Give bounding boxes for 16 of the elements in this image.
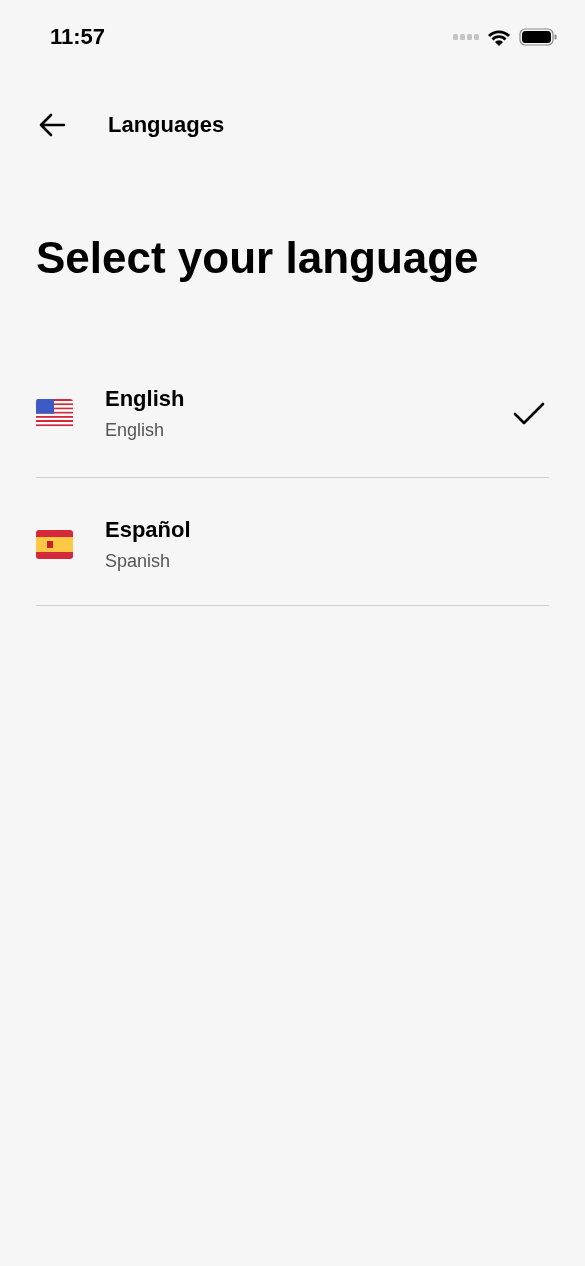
page-heading: Select your language — [36, 232, 480, 284]
battery-icon — [519, 28, 557, 46]
back-button[interactable] — [38, 113, 66, 137]
back-arrow-icon — [38, 113, 66, 137]
status-time: 11:57 — [50, 24, 106, 50]
language-name: Español — [105, 517, 192, 543]
language-row[interactable]: English English — [36, 350, 549, 478]
signal-icon — [453, 33, 479, 41]
language-subtitle: English — [105, 420, 166, 441]
wifi-icon — [487, 28, 511, 46]
us-flag-icon — [36, 399, 73, 428]
spain-flag-icon — [36, 530, 73, 559]
language-row[interactable]: Español Spanish — [36, 478, 549, 606]
language-name: English — [105, 386, 186, 412]
language-subtitle: Spanish — [105, 551, 172, 572]
nav-title: Languages — [108, 112, 225, 138]
